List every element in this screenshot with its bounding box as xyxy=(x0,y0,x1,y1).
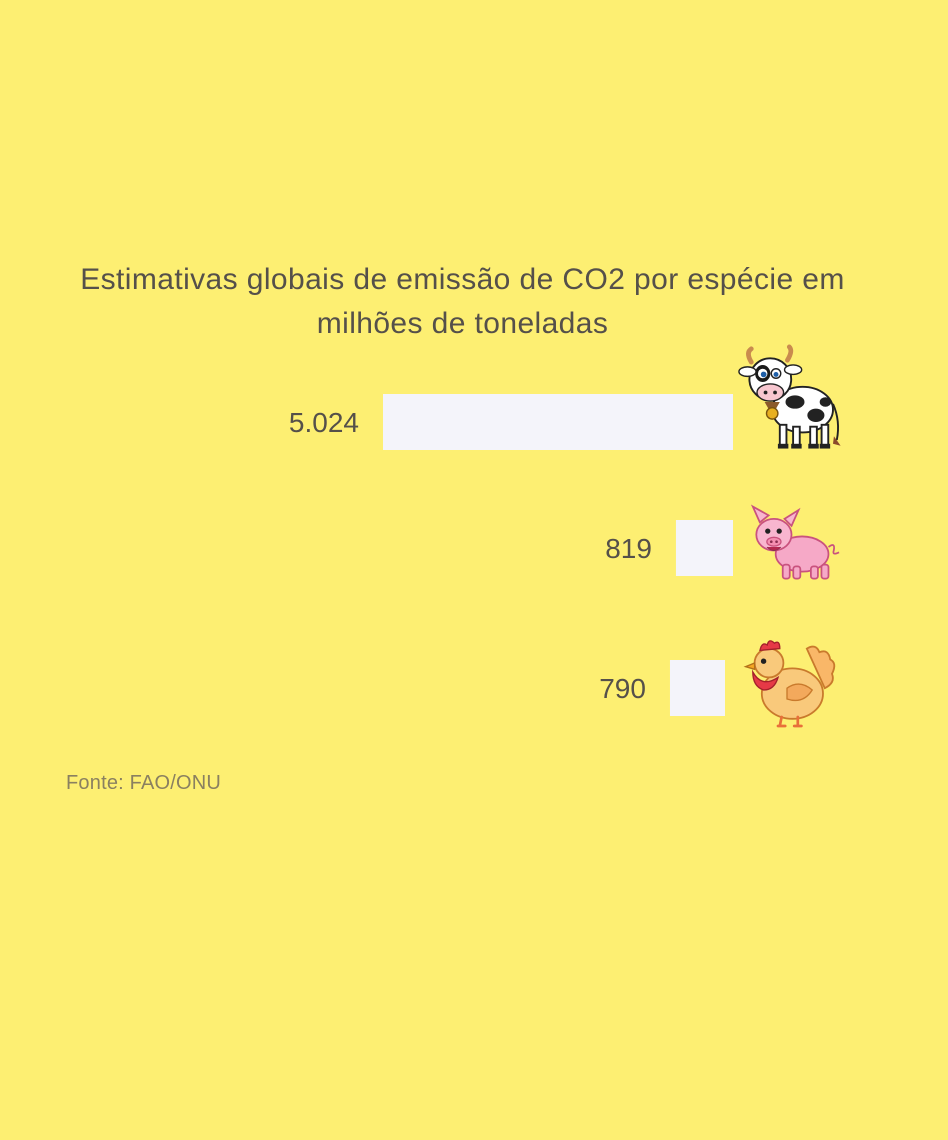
bar-pig xyxy=(675,520,733,576)
chicken-icon xyxy=(744,639,836,728)
value-label-chicken: 790 xyxy=(599,673,646,704)
value-label-cow: 5.024 xyxy=(289,407,359,438)
infographic-canvas: Estimativas globais de emissão de CO2 po… xyxy=(0,0,948,1140)
pig-icon xyxy=(751,505,840,580)
source-note: Fonte: FAO/ONU xyxy=(66,772,222,794)
bar-cow xyxy=(383,394,733,450)
bar-chart: 5.024 819 790 xyxy=(289,330,948,728)
bar-chicken xyxy=(669,660,725,716)
value-label-pig: 819 xyxy=(605,533,652,564)
cow-icon xyxy=(739,347,841,449)
